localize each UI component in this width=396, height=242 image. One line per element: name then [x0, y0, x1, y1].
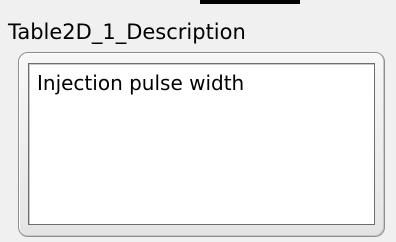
description-textbox[interactable]: Injection pulse width [28, 63, 375, 225]
top-edge-fragment [200, 0, 300, 4]
control-label: Table2D_1_Description [8, 20, 246, 44]
string-control-frame: Injection pulse width [18, 52, 385, 237]
